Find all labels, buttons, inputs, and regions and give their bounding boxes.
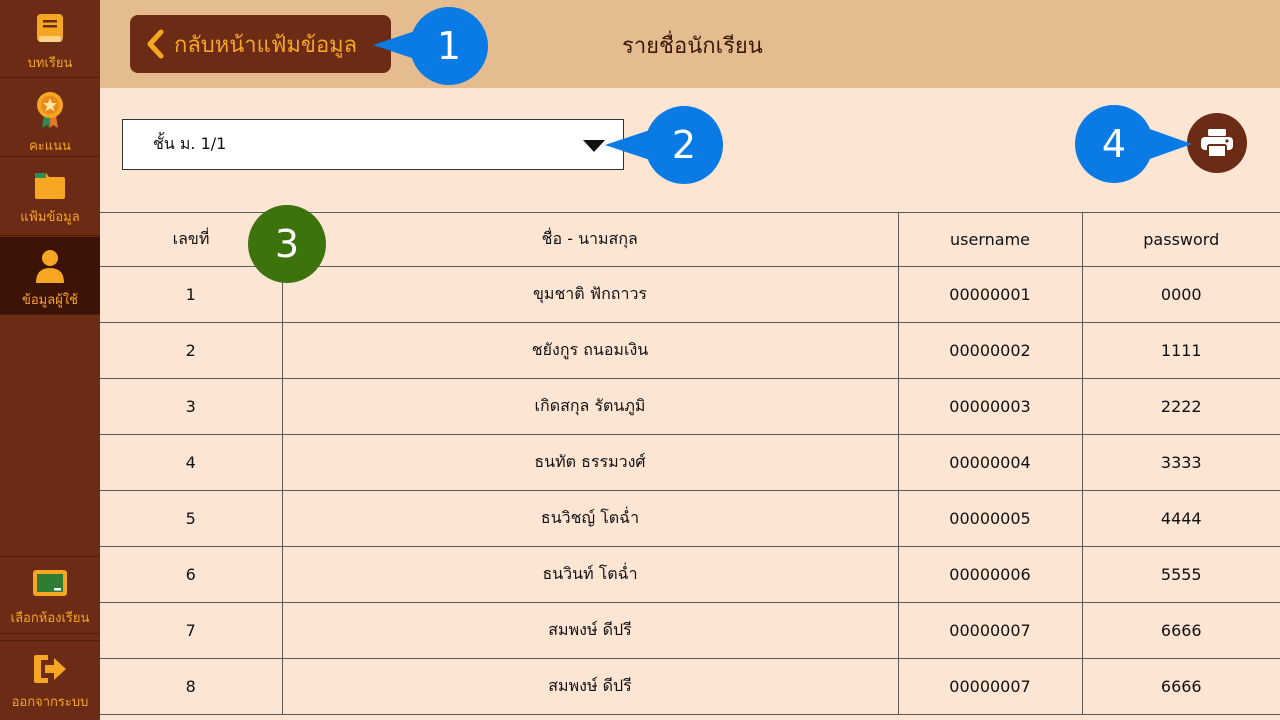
table-row: 2 ชยังกูร ถนอมเงิน 00000002 1111 (100, 322, 1280, 379)
sidebar-item-label: บทเรียน (27, 56, 73, 71)
cell-number: 2 (100, 322, 283, 379)
back-to-files-button[interactable]: กลับหน้าแฟ้มข้อมูล (130, 15, 391, 73)
sidebar-item-label: แฟ้มข้อมูล (20, 210, 80, 225)
cell-password: 3333 (1082, 434, 1280, 491)
sidebar-item-lessons[interactable]: บทเรียน (0, 0, 100, 78)
callout-marker-2: 2 (645, 106, 723, 184)
cell-username: 00000005 (898, 490, 1083, 547)
medal-icon (37, 92, 63, 128)
cell-number: 1 (100, 266, 283, 323)
book-icon (37, 14, 63, 42)
cell-password: 4444 (1082, 490, 1280, 547)
cell-password: 0000 (1082, 266, 1280, 323)
cell-username: 00000002 (898, 322, 1083, 379)
callout-marker-3: 3 (248, 205, 326, 283)
table-row: 4 ธนทัต ธรรมวงศ์ 00000004 3333 (100, 434, 1280, 491)
cell-name: สมพงษ์ ดีปรี (282, 602, 899, 659)
cell-number: 3 (100, 378, 283, 435)
cell-number: 8 (100, 658, 283, 715)
folder-icon (35, 173, 65, 199)
table-row: 7 สมพงษ์ ดีปรี 00000007 6666 (100, 602, 1280, 659)
cell-number: 5 (100, 490, 283, 547)
sidebar-item-label: เลือกห้องเรียน (10, 611, 90, 626)
logout-icon (34, 655, 66, 683)
header-bar: กลับหน้าแฟ้มข้อมูล รายชื่อนักเรียน (100, 0, 1280, 88)
table-row: 3 เกิดสกุล รัตนภูมิ 00000003 2222 (100, 378, 1280, 435)
sidebar: บทเรียน คะแนน แฟ้มข้อมูล ข้อมูลผู้ใช้ เล… (0, 0, 100, 720)
header-password: password (1082, 212, 1280, 267)
sidebar-item-logout[interactable]: ออกจากระบบ (0, 640, 100, 718)
page-title: รายชื่อนักเรียน (622, 34, 763, 59)
cell-name: เกิดสกุล รัตนภูมิ (282, 378, 899, 435)
sidebar-item-scores[interactable]: คะแนน (0, 79, 100, 157)
sidebar-item-files[interactable]: แฟ้มข้อมูล (0, 158, 100, 236)
class-select-value: ชั้น ม. 1/1 (153, 134, 227, 153)
callout-marker-1: 1 (410, 7, 488, 85)
cell-name: ธนทัต ธรรมวงศ์ (282, 434, 899, 491)
cell-name: ธนวินท์ โตฉ่ำ (282, 546, 899, 603)
user-icon (36, 250, 64, 283)
cell-username: 00000001 (898, 266, 1083, 323)
cell-password: 1111 (1082, 322, 1280, 379)
chevron-left-icon (147, 29, 164, 59)
class-select-dropdown[interactable]: ชั้น ม. 1/1 (122, 119, 624, 170)
caret-down-icon (583, 140, 605, 152)
header-username: username (898, 212, 1083, 267)
cell-username: 00000006 (898, 546, 1083, 603)
sidebar-item-select-classroom[interactable]: เลือกห้องเรียน (0, 556, 100, 634)
callout-marker-4: 4 (1075, 105, 1153, 183)
classroom-icon (33, 570, 67, 596)
sidebar-item-label: ข้อมูลผู้ใช้ (21, 293, 79, 308)
header-full-name: ชื่อ - นามสกุล (282, 212, 899, 267)
cell-name: สมพงษ์ ดีปรี (282, 658, 899, 715)
student-table: เลขที่ ชื่อ - นามสกุล username password … (100, 212, 1280, 715)
cell-number: 7 (100, 602, 283, 659)
table-row: 6 ธนวินท์ โตฉ่ำ 00000006 5555 (100, 546, 1280, 603)
sidebar-item-label: คะแนน (29, 139, 71, 154)
table-row: 8 สมพงษ์ ดีปรี 00000007 6666 (100, 658, 1280, 715)
print-button[interactable] (1187, 113, 1247, 173)
back-button-label: กลับหน้าแฟ้มข้อมูล (174, 32, 358, 58)
cell-number: 4 (100, 434, 283, 491)
sidebar-item-label: ออกจากระบบ (11, 695, 89, 710)
cell-username: 00000007 (898, 658, 1083, 715)
cell-password: 2222 (1082, 378, 1280, 435)
cell-password: 6666 (1082, 658, 1280, 715)
cell-username: 00000003 (898, 378, 1083, 435)
table-row: 5 ธนวิชญ์ โตฉ่ำ 00000005 4444 (100, 490, 1280, 547)
cell-username: 00000007 (898, 602, 1083, 659)
sidebar-item-user-info[interactable]: ข้อมูลผู้ใช้ (0, 237, 100, 315)
cell-name: ธนวิชญ์ โตฉ่ำ (282, 490, 899, 547)
cell-number: 6 (100, 546, 283, 603)
cell-name: ขุมชาติ ฟักถาวร (282, 266, 899, 323)
cell-username: 00000004 (898, 434, 1083, 491)
cell-name: ชยังกูร ถนอมเงิน (282, 322, 899, 379)
printer-icon (1201, 129, 1233, 158)
cell-password: 6666 (1082, 602, 1280, 659)
cell-password: 5555 (1082, 546, 1280, 603)
